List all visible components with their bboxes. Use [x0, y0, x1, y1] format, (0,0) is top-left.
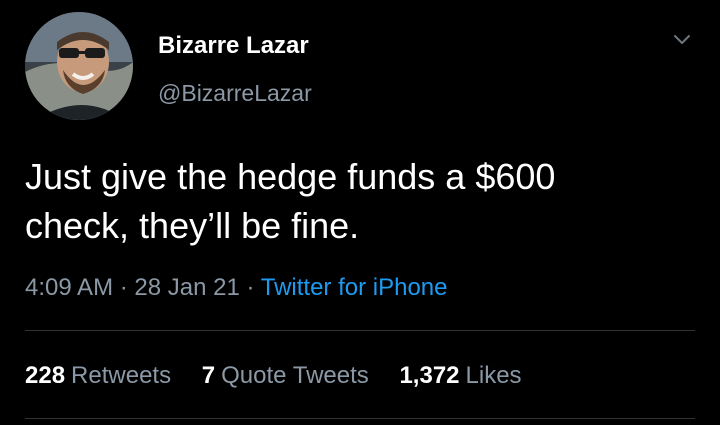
avatar-image: [25, 12, 133, 120]
tweet-source-link[interactable]: Twitter for iPhone: [261, 274, 448, 301]
likes-label: Likes: [465, 362, 522, 389]
author-handle[interactable]: @BizarreLazar: [158, 80, 312, 107]
quote-tweets-stat[interactable]: 7 Quote Tweets: [202, 362, 369, 389]
tweet-stats: 228 Retweets 7 Quote Tweets 1,372 Likes: [25, 362, 546, 390]
retweets-count: 228: [25, 362, 66, 389]
tweet-text-line: Just give the hedge funds a $600: [25, 156, 556, 197]
meta-separator: ·: [246, 274, 255, 301]
likes-stat[interactable]: 1,372 Likes: [399, 362, 521, 389]
tweet-text: Just give the hedge funds a $600 check, …: [25, 152, 705, 250]
author-name[interactable]: Bizarre Lazar: [158, 32, 309, 60]
tweet: Bizarre Lazar @BizarreLazar Just give th…: [0, 0, 720, 425]
tweet-time[interactable]: 4:09 AM: [25, 274, 113, 301]
likes-count: 1,372: [399, 362, 460, 389]
tweet-meta: 4:09 AM · 28 Jan 21 · Twitter for iPhone: [25, 274, 447, 302]
meta-separator: ·: [119, 274, 128, 301]
quote-tweets-count: 7: [201, 362, 216, 389]
avatar[interactable]: [25, 12, 133, 120]
quote-tweets-label: Quote Tweets: [221, 362, 369, 389]
tweet-date[interactable]: 28 Jan 21: [134, 274, 239, 301]
retweets-label: Retweets: [71, 362, 172, 389]
divider: [25, 330, 695, 331]
chevron-down-icon[interactable]: [672, 30, 692, 50]
tweet-text-line: check, they’ll be fine.: [25, 205, 360, 246]
divider: [25, 418, 695, 419]
retweets-stat[interactable]: 228 Retweets: [25, 362, 171, 389]
